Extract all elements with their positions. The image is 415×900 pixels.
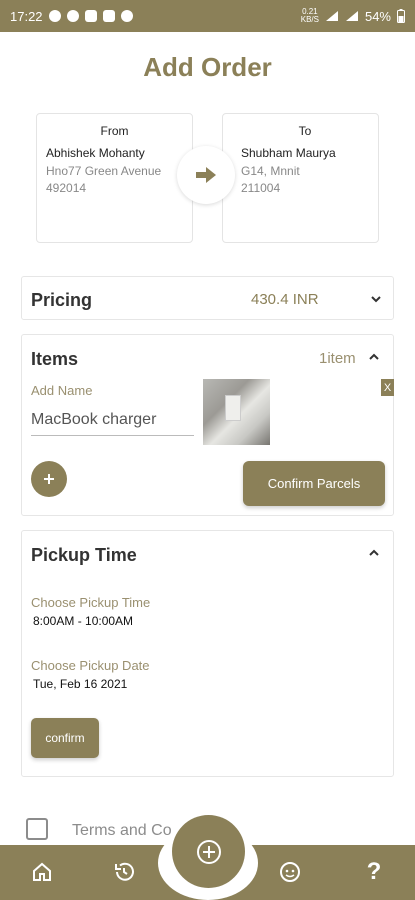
page-title: Add Order — [143, 52, 272, 82]
from-address-line1: Hno77 Green Avenue — [46, 164, 162, 178]
hand-icon — [84, 10, 97, 22]
pickup-time-panel: Pickup Time Choose Pickup Time 8:00AM - … — [21, 530, 394, 777]
help-icon[interactable]: ? — [360, 858, 388, 886]
to-address-line1: G14, Mnnit — [241, 164, 300, 178]
pricing-amount: 430.4 INR — [251, 291, 319, 308]
plus-circle-icon — [196, 839, 221, 864]
status-time: 17:22 — [10, 8, 43, 24]
arrow-right-icon — [196, 167, 216, 183]
location-icon — [66, 10, 79, 22]
item-photo[interactable] — [203, 379, 270, 445]
nav-profile[interactable] — [276, 858, 304, 886]
items-label: Items — [31, 349, 79, 369]
to-address-card[interactable]: To Shubham Maurya G14, Mnnit 211004 — [222, 113, 379, 243]
network-speed-unit: KB/S — [300, 15, 319, 24]
items-count: 1item — [319, 350, 356, 367]
chevron-up-icon[interactable] — [366, 349, 382, 365]
charger-shape — [225, 395, 241, 421]
status-bar: 17:22 0.21 KB/S 54% — [0, 0, 415, 32]
from-name: Abhishek Mohanty — [46, 146, 145, 160]
choose-time-label: Choose Pickup Time — [31, 595, 151, 610]
plus-icon — [44, 474, 54, 484]
add-item-button[interactable] — [31, 461, 67, 497]
terms-checkbox[interactable] — [26, 818, 48, 840]
nav-history[interactable] — [110, 858, 138, 886]
pricing-label: Pricing — [31, 290, 93, 310]
pickup-confirm-button[interactable]: confirm — [31, 718, 99, 758]
item-name-input[interactable] — [31, 405, 194, 436]
pricing-panel[interactable]: Pricing 430.4 INR — [21, 276, 394, 320]
from-address-line2: 492014 — [46, 181, 87, 195]
linkedin-icon — [102, 10, 115, 22]
battery-icon — [397, 9, 405, 23]
swap-arrow-button[interactable] — [177, 146, 235, 204]
choose-date-label: Choose Pickup Date — [31, 658, 150, 673]
nav-home[interactable] — [28, 858, 56, 886]
to-heading: To — [298, 124, 312, 138]
items-panel: Items 1item Add Name X Confirm Parcels — [21, 334, 394, 516]
network-speed: 0.21 KB/S — [301, 8, 319, 24]
signal-icon — [325, 11, 338, 21]
pickup-date-value[interactable]: Tue, Feb 16 2021 — [33, 677, 127, 691]
history-icon — [115, 862, 134, 881]
terms-label: Terms and Co — [72, 822, 172, 839]
chevron-up-icon-2[interactable] — [366, 545, 382, 561]
face-icon — [280, 862, 300, 882]
home-icon — [33, 862, 51, 881]
confirm-parcels-button[interactable]: Confirm Parcels — [243, 461, 385, 506]
from-address-card[interactable]: From Abhishek Mohanty Hno77 Green Avenue… — [36, 113, 193, 243]
remove-item-button[interactable]: X — [381, 379, 394, 396]
item-name-label: Add Name — [31, 383, 93, 398]
whatsapp-icon — [48, 10, 61, 22]
signal-icon-2 — [345, 11, 358, 21]
to-address-line2: 211004 — [241, 181, 281, 195]
leaf-icon — [120, 10, 133, 22]
from-heading: From — [100, 124, 129, 138]
create-order-fab[interactable] — [172, 815, 245, 888]
to-name: Shubham Maurya — [241, 146, 336, 160]
chevron-down-icon[interactable] — [368, 291, 384, 307]
battery-percent: 54% — [364, 8, 391, 24]
pickup-time-value[interactable]: 8:00AM - 10:00AM — [33, 614, 133, 628]
pickup-time-label: Pickup Time — [31, 545, 137, 565]
